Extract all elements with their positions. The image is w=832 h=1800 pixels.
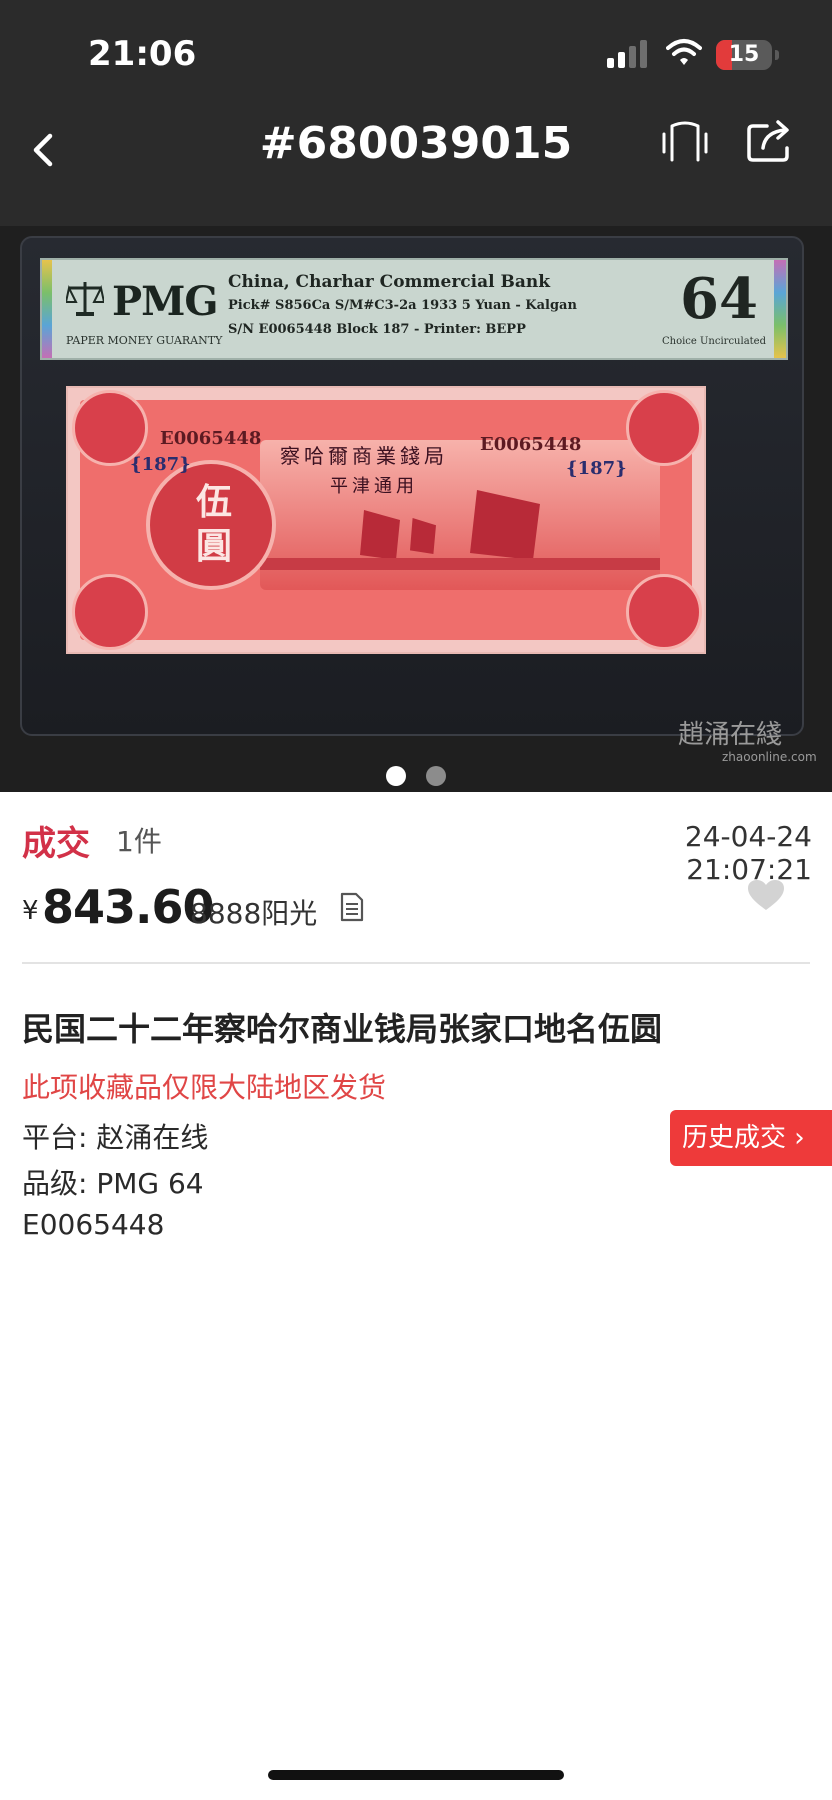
banknote: 伍圓 E0065448 E0065448 {187} {187} 察哈爾商業錢局… [66,386,706,654]
corner-ornament [626,574,702,650]
hologram-right [774,260,786,358]
note-block-right: {187} [566,458,627,479]
serial-info: E0065448 [22,1208,165,1241]
carousel-dot-active[interactable] [386,766,407,786]
junk-sail [470,490,540,560]
scale-icon [66,282,104,316]
corner-ornament [72,574,148,650]
label-line-2: Pick# S856Ca S/M#C3-2a 1933 5 Yuan - Kal… [228,298,577,313]
note-serial-right: E0065448 [480,434,582,455]
divider [22,962,810,964]
platform-info: 平台: 赵涌在线 [22,1121,209,1154]
carousel-dot[interactable] [425,766,446,786]
note-denomination: 伍圓 [195,481,232,567]
carousel-indicator [0,766,832,790]
favorite-heart-icon[interactable] [748,880,784,912]
battery-cap [775,50,779,60]
label-grade: 64 [680,266,758,332]
sea [260,558,660,570]
label-grade-desc: Choice Uncirculated [662,336,766,347]
item-title: 民国二十二年察哈尔商业钱局张家口地名伍圆 [22,1010,663,1048]
pmg-guarantee: PAPER MONEY GUARANTY [66,334,223,347]
grade-info: 品级: PMG 64 [22,1167,204,1200]
banknote-image-carousel[interactable]: PMG PAPER MONEY GUARANTY China, Charhar … [0,226,832,792]
share-icon[interactable] [745,118,795,164]
deal-price: 843.60 [42,880,215,934]
vibrate-icon[interactable] [660,120,710,166]
battery-percent: 15 [728,42,760,67]
label-line-1: China, Charhar Commercial Bank [228,272,551,292]
junk-sail [360,510,400,560]
watermark-url: zhaoonline.com [722,750,817,764]
history-deals-button[interactable]: 历史成交 › [670,1110,832,1166]
wifi-icon [666,39,702,65]
currency-symbol: ¥ [22,896,39,926]
deal-status: 成交 [22,824,90,864]
home-indicator[interactable] [268,1770,564,1780]
note-serial-left: E0065448 [160,428,262,449]
status-time: 21:06 [88,34,197,74]
pmg-logo: PMG [112,278,219,325]
note-block-left: {187} [130,454,191,475]
pmg-label: PMG PAPER MONEY GUARANTY China, Charhar … [40,258,788,360]
page-title: #680039015 [259,118,573,169]
deal-time: 24-04-24 21:07:21 [684,820,812,886]
banknote-face: 伍圓 E0065448 E0065448 {187} {187} 察哈爾商業錢局… [72,390,702,650]
top-header: 21:06 15 #680039015 [0,0,832,226]
junk-sail [410,518,436,554]
shipping-notice: 此项收藏品仅限大陆地区发货 [22,1071,387,1104]
signal-icon [607,40,647,68]
document-icon[interactable] [340,892,364,922]
note-bank-name: 察哈爾商業錢局 [280,444,448,468]
deal-count: 1件 [116,825,162,858]
back-icon[interactable] [24,126,64,174]
buyer-name: 8888阳光 [190,897,318,930]
label-line-3: S/N E0065448 Block 187 - Printer: BEPP [228,322,526,337]
corner-ornament [626,390,702,466]
watermark: 趙涌在綫 [678,720,783,750]
hologram-left [42,260,52,358]
pmg-slab: PMG PAPER MONEY GUARANTY China, Charhar … [20,236,817,764]
battery-icon: 15 [716,40,772,70]
note-place: 平津通用 [330,476,418,497]
